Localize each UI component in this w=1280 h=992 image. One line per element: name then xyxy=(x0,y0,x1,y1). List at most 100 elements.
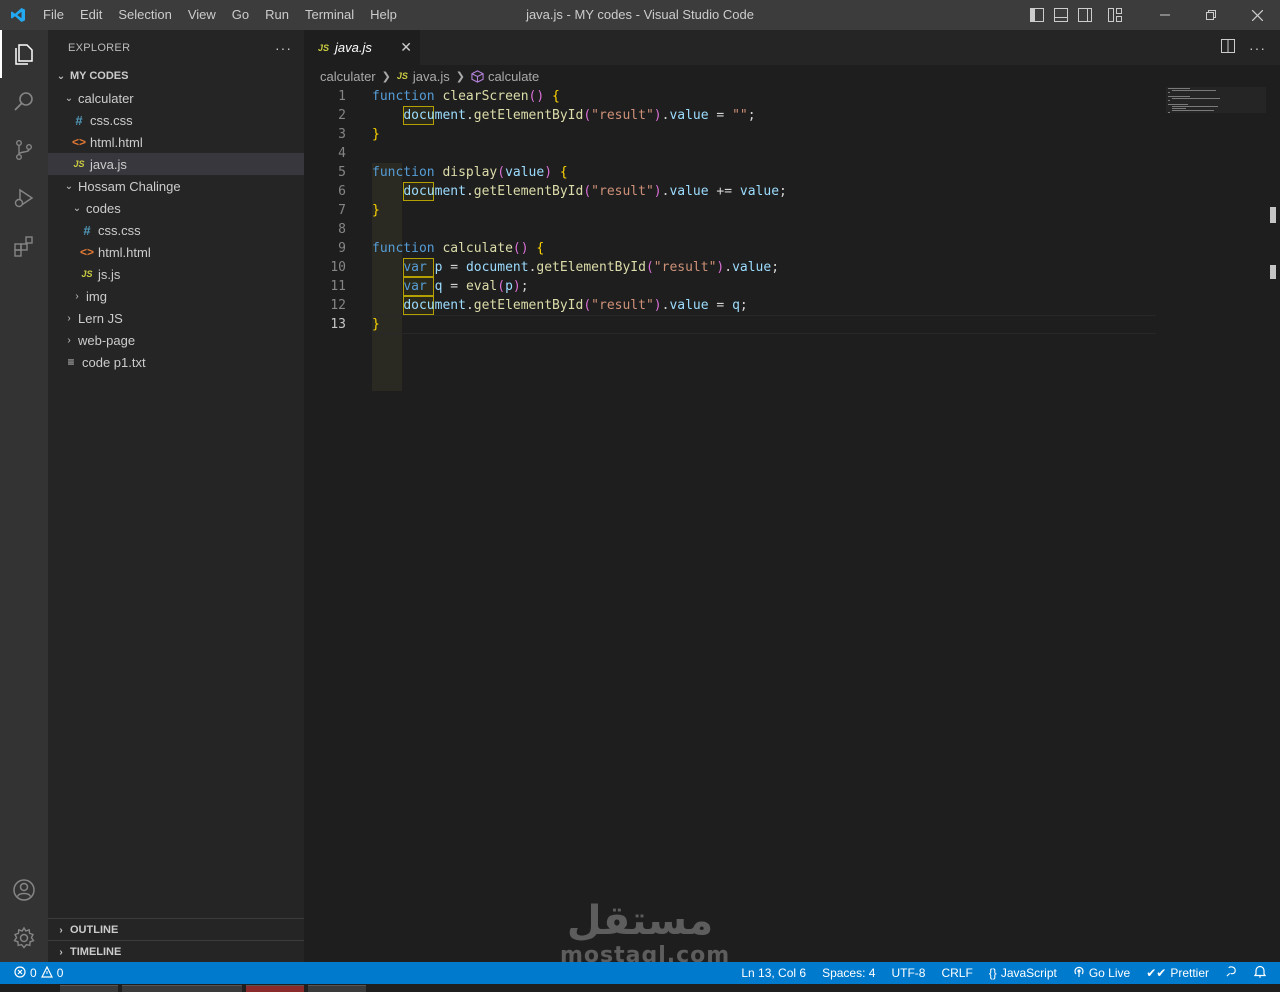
tree-folder-lern-js[interactable]: › Lern JS xyxy=(48,307,304,329)
go-live-label: Go Live xyxy=(1088,966,1131,980)
menu-help[interactable]: Help xyxy=(362,0,405,30)
toggle-sidebar-icon[interactable] xyxy=(1028,6,1046,24)
workspace-root[interactable]: ⌄ MY CODES xyxy=(48,65,304,87)
prettier-button[interactable]: ✔✔ Prettier xyxy=(1146,966,1209,980)
symbol-method-icon xyxy=(471,69,484,83)
code-line[interactable]: 8 xyxy=(304,220,1280,239)
vertical-scrollbar[interactable] xyxy=(1266,87,1280,807)
tree-file-java-js[interactable]: JS java.js xyxy=(48,153,304,175)
tree-folder-codes[interactable]: ⌄ codes xyxy=(48,197,304,219)
menu-terminal[interactable]: Terminal xyxy=(297,0,362,30)
current-line-highlight xyxy=(372,315,1156,334)
menu-file[interactable]: File xyxy=(35,0,72,30)
go-live-button[interactable]: Go Live xyxy=(1073,966,1130,981)
code-line[interactable]: 1 function clearScreen() { xyxy=(304,87,1280,106)
encoding-setting[interactable]: UTF-8 xyxy=(891,966,925,980)
code-line[interactable]: 5 function display(value) { xyxy=(304,163,1280,182)
line-number: 10 xyxy=(330,260,346,275)
tree-folder-hossam-chalinge[interactable]: ⌄ Hossam Chalinge xyxy=(48,175,304,197)
tree-item-label: code p1.txt xyxy=(82,354,146,370)
line-number: 5 xyxy=(338,165,346,180)
manage-gear-icon[interactable] xyxy=(0,914,48,962)
explorer-icon[interactable] xyxy=(0,30,48,78)
accounts-icon[interactable] xyxy=(0,866,48,914)
search-icon[interactable] xyxy=(0,78,48,126)
extensions-icon[interactable] xyxy=(0,222,48,270)
html-file-icon: <> xyxy=(80,245,95,259)
menu-run[interactable]: Run xyxy=(257,0,297,30)
code-line[interactable]: 2 document.getElementById("result").valu… xyxy=(304,106,1280,125)
tree-folder-img[interactable]: › img xyxy=(48,285,304,307)
minimap[interactable] xyxy=(1166,87,1266,113)
code-editor[interactable]: 1 function clearScreen() {2 document.getE… xyxy=(304,87,1280,391)
indentation-setting[interactable]: Spaces: 4 xyxy=(822,966,875,980)
toggle-secondary-sidebar-icon[interactable] xyxy=(1076,6,1094,24)
timeline-section[interactable]: › TIMELINE xyxy=(48,940,304,963)
tree-file-txt[interactable]: ≡ code p1.txt xyxy=(48,351,304,373)
taskbar-app[interactable] xyxy=(122,985,242,992)
chevron-right-icon: › xyxy=(67,334,71,346)
problems-status[interactable]: 0 0 xyxy=(0,965,63,981)
tab-close-icon[interactable]: ✕ xyxy=(400,39,412,56)
code-line[interactable]: 10 var p = document.getElementById("resu… xyxy=(304,258,1280,277)
tree-file-html[interactable]: <> html.html xyxy=(48,131,304,153)
tree-file-css[interactable]: # css.css xyxy=(48,109,304,131)
breadcrumb-symbol[interactable]: calculate xyxy=(488,69,539,84)
taskbar-app[interactable] xyxy=(60,985,118,992)
taskbar-app[interactable] xyxy=(246,985,304,992)
restore-icon[interactable] xyxy=(1188,0,1234,30)
language-mode[interactable]: {} JavaScript xyxy=(989,966,1057,980)
toggle-panel-icon[interactable] xyxy=(1052,6,1070,24)
cursor-position[interactable]: Ln 13, Col 6 xyxy=(741,966,806,980)
more-actions-icon[interactable]: ··· xyxy=(1249,40,1266,56)
run-debug-icon[interactable] xyxy=(0,174,48,222)
code-line[interactable]: 13} xyxy=(304,315,1280,334)
menu-go[interactable]: Go xyxy=(224,0,257,30)
menu-selection[interactable]: Selection xyxy=(110,0,179,30)
source-control-icon[interactable] xyxy=(0,126,48,174)
code-text: document.getElementById("result").value … xyxy=(403,184,787,199)
code-line[interactable]: 4 xyxy=(304,144,1280,163)
language-label: JavaScript xyxy=(1000,966,1057,980)
breadcrumb-file[interactable]: java.js xyxy=(413,69,450,84)
code-line[interactable]: 11 var q = eval(p); xyxy=(304,277,1280,296)
code-line[interactable]: 9 function calculate() { xyxy=(304,239,1280,258)
tree-file-css[interactable]: # css.css xyxy=(48,219,304,241)
chevron-right-icon: › xyxy=(59,924,63,936)
code-line[interactable]: 3} xyxy=(304,125,1280,144)
outline-section[interactable]: › OUTLINE xyxy=(48,918,304,941)
error-icon xyxy=(14,965,26,981)
tree-file-html[interactable]: <> html.html xyxy=(48,241,304,263)
vscode-logo-icon xyxy=(0,0,35,30)
tab-java-js[interactable]: JS java.js ✕ xyxy=(304,30,420,65)
explorer-more-actions[interactable]: ··· xyxy=(275,40,292,56)
menu-edit[interactable]: Edit xyxy=(72,0,110,30)
tree-folder-calculater[interactable]: ⌄ calculater xyxy=(48,87,304,109)
js-file-icon: JS xyxy=(396,71,408,81)
tree-file-js[interactable]: JS js.js xyxy=(48,263,304,285)
tree-item-label: Lern JS xyxy=(78,310,123,326)
tree-folder-web-page[interactable]: › web-page xyxy=(48,329,304,351)
breadcrumb-folder[interactable]: calculater xyxy=(320,69,376,84)
eol-setting[interactable]: CRLF xyxy=(941,966,972,980)
close-icon[interactable] xyxy=(1234,0,1280,30)
error-count: 0 xyxy=(30,966,37,980)
taskbar-app[interactable] xyxy=(308,985,366,992)
notifications-bell-icon[interactable] xyxy=(1253,965,1267,981)
split-editor-icon[interactable] xyxy=(1221,39,1235,56)
tab-bar: JS java.js ✕ ··· xyxy=(304,30,1280,65)
editor-area: JS java.js ✕ ··· calculater ❯ JS java.js… xyxy=(304,30,1280,962)
code-text: var p = document.getElementById("result"… xyxy=(403,260,780,275)
code-text: document.getElementById("result").value … xyxy=(403,108,756,123)
chevron-right-icon: › xyxy=(75,290,79,302)
menu-view[interactable]: View xyxy=(180,0,224,30)
code-text: var q = eval(p); xyxy=(403,279,529,294)
chevron-right-icon: › xyxy=(59,946,63,958)
minimize-icon[interactable] xyxy=(1142,0,1188,30)
feedback-icon[interactable] xyxy=(1225,965,1238,981)
code-line[interactable]: 7} xyxy=(304,201,1280,220)
code-line[interactable]: 6 document.getElementById("result").valu… xyxy=(304,182,1280,201)
code-line[interactable]: 12 document.getElementById("result").val… xyxy=(304,296,1280,315)
customize-layout-icon[interactable] xyxy=(1106,6,1124,24)
explorer-sidebar: EXPLORER ··· ⌄ MY CODES ⌄ calculater # c… xyxy=(48,30,304,962)
